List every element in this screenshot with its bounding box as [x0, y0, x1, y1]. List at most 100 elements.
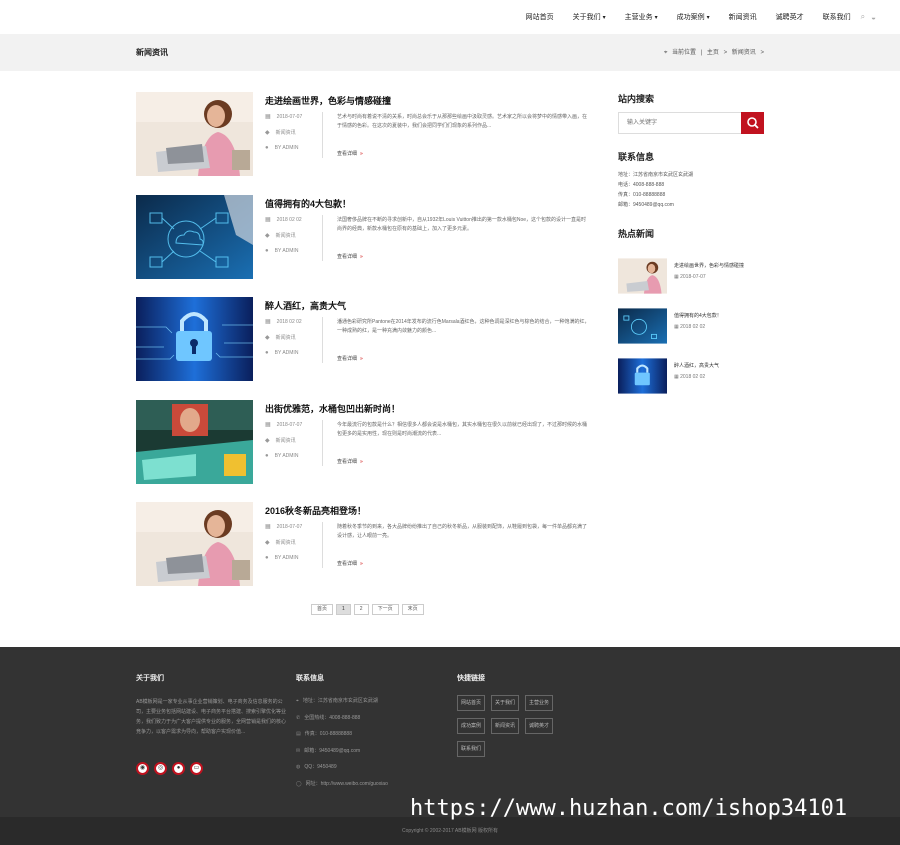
article-category[interactable]: 新闻资讯 [276, 438, 296, 444]
breadcrumb-location-label: 当前位置 [672, 50, 697, 56]
hot-news-item[interactable]: 醉人酒红，高贵大气 ▦ 2018 02 02 [618, 358, 768, 394]
page-number-button[interactable]: 2 [353, 604, 369, 615]
footer-contact-item: ⌖ 地址：江苏省南京市玄武区玄武湖 [296, 698, 378, 704]
footer-contact-item: ✉ 邮箱：9450489@qq.com [296, 747, 361, 754]
calendar-icon: ▦ [265, 114, 271, 120]
article-thumbnail[interactable] [136, 400, 253, 484]
user-icon: ● [265, 555, 269, 561]
contact-email: 邮箱：9450489@qq.com [618, 202, 674, 208]
page-number-button[interactable]: 1 [336, 604, 351, 615]
weibo-icon[interactable]: ◎ [154, 762, 167, 775]
article-date: 2018-07-07 [276, 524, 303, 530]
article-category[interactable]: 新闻资讯 [276, 335, 296, 341]
nav-item-cases[interactable]: 成功案例 ▾ [677, 12, 710, 22]
read-more-link[interactable]: 查看详细» [337, 560, 363, 567]
news-article: 2016秋冬新品亮相登场！ ▦ 2018-07-07 ◆ 新闻资讯 ● BY ADMI… [136, 502, 596, 586]
breadcrumb-current[interactable]: 新闻资讯 [732, 50, 756, 56]
breadcrumb-home-link[interactable]: 主页 [707, 50, 719, 56]
globe-icon: ◯ [296, 780, 302, 787]
hot-news-thumbnail[interactable] [618, 258, 667, 294]
copyright-text: Copyright © 2002-2017 AB模板网 版权所有 [402, 828, 498, 834]
breadcrumb-bar: 新闻资讯 ⌖ 当前位置 | 主页 > 新闻资讯 > [0, 34, 900, 71]
hot-news-item[interactable]: 值得拥有的4大包款！ ▦ 2018 02 02 [618, 308, 768, 344]
footer-contact-list: ⌖ 地址：江苏省南京市玄武区玄武湖 ✆ 全国热线：4008-888-888 ▤ 传真：… [296, 693, 388, 792]
cart-icon[interactable]: ◒ [871, 13, 876, 22]
chevron-right-icon: » [360, 356, 363, 362]
social-links: ◉ ◎ ● ▭ [136, 762, 208, 775]
nav-menu: 网站首页 关于我们 ▾ 主营业务 ▾ 成功案例 ▾ 新闻资讯 诚聘英才 联系我们 ⌕ … [507, 12, 876, 22]
article-thumbnail[interactable] [136, 502, 253, 586]
wechat-icon[interactable]: ◉ [136, 762, 149, 775]
hot-news-title[interactable]: 走进绘画世界，色彩与情感碰撞 [674, 262, 744, 269]
article-thumbnail[interactable] [136, 297, 253, 381]
footer-link[interactable]: 成功案例 [457, 718, 486, 734]
nav-item-contact[interactable]: 联系我们 [823, 12, 851, 22]
top-navigation: 网站首页 关于我们 ▾ 主营业务 ▾ 成功案例 ▾ 新闻资讯 诚聘英才 联系我们 ⌕ … [0, 0, 900, 34]
article-category[interactable]: 新闻资讯 [276, 130, 296, 136]
phone-icon: ✆ [296, 714, 301, 721]
article-excerpt: 潘通色彩研究所Pantone在2014年发布的流行色Marsala酒红色，这种色… [337, 319, 590, 334]
footer-link[interactable]: 新闻资讯 [491, 718, 520, 734]
footer-link[interactable]: 联系我们 [457, 741, 486, 757]
contact-fax: 传真：010-88888888 [618, 192, 666, 198]
article-thumbnail[interactable] [136, 195, 253, 279]
article-title[interactable]: 走进绘画世界，色彩与情感碰撞 [265, 94, 391, 107]
search-input[interactable] [619, 113, 743, 133]
read-more-link[interactable]: 查看详细» [337, 458, 363, 465]
divider [322, 522, 323, 568]
map-pin-icon: ⌖ [663, 50, 668, 56]
footer-link[interactable]: 主营业务 [525, 695, 554, 711]
page-last-button[interactable]: 末页 [401, 604, 424, 615]
read-more-link[interactable]: 查看详细» [337, 355, 363, 362]
hot-news-title[interactable]: 值得拥有的4大包款！ [674, 312, 722, 319]
hot-news-thumbnail[interactable] [618, 358, 667, 394]
user-icon: ● [265, 145, 269, 151]
article-title[interactable]: 2016秋冬新品亮相登场！ [265, 504, 366, 517]
user-icon: ● [265, 350, 269, 356]
footer-link[interactable]: 关于我们 [491, 695, 520, 711]
article-title[interactable]: 出街优雅范，水桶包凹出新时尚！ [265, 402, 400, 415]
footer-contact-item: ◍ QQ：9450489 [296, 764, 337, 770]
nav-item-business[interactable]: 主营业务 ▾ [625, 12, 658, 22]
article-author: BY ADMIN [274, 453, 299, 459]
sidebar-hot-title: 热点新闻 [618, 229, 655, 239]
read-more-link[interactable]: 查看详细» [337, 150, 363, 157]
divider [322, 317, 323, 363]
article-excerpt: 随着秋冬季节的到来，各大品牌纷纷推出了自己的秋冬新品，从服装到配饰，从鞋履到包袋… [337, 524, 588, 539]
nav-item-home[interactable]: 网站首页 [526, 12, 554, 22]
search-box [618, 112, 764, 134]
search-button[interactable] [741, 112, 764, 134]
chevron-right-icon: » [360, 151, 363, 157]
chevron-right-icon: » [360, 459, 363, 465]
page-first-button[interactable]: 首页 [311, 604, 334, 615]
article-category[interactable]: 新闻资讯 [276, 233, 296, 239]
calendar-icon: ▦ [265, 524, 271, 530]
article-category[interactable]: 新闻资讯 [276, 540, 296, 546]
article-date: 2018 02 02 [276, 217, 302, 223]
chevron-right-icon: » [360, 254, 363, 260]
sidebar-contact-info: 地址：江苏省南京市玄武区玄武湖 电话：4008-888-888 传真：010-8… [618, 170, 693, 210]
article-title[interactable]: 值得拥有的4大包款！ [265, 197, 351, 210]
article-thumbnail[interactable] [136, 92, 253, 176]
read-more-link[interactable]: 查看详细» [337, 253, 363, 260]
hot-news-thumbnail[interactable] [618, 308, 667, 344]
nav-item-jobs[interactable]: 诚聘英才 [776, 12, 804, 22]
email-icon[interactable]: ▭ [190, 762, 203, 775]
article-title[interactable]: 醉人酒红，高贵大气 [265, 299, 346, 312]
page-next-button[interactable]: 下一页 [371, 604, 399, 615]
article-excerpt: 今年最流行的包款是什么？相信很多人都会说是水桶包，其实水桶包在很久以前就已经出现… [337, 422, 588, 437]
footer-link[interactable]: 网站首页 [457, 695, 486, 711]
hot-news-item[interactable]: 走进绘画世界，色彩与情感碰撞 ▦ 2018-07-07 [618, 258, 768, 294]
search-icon[interactable]: ⌕ [861, 12, 865, 22]
hot-news-title[interactable]: 醉人酒红，高贵大气 [674, 362, 719, 369]
footer-link[interactable]: 诚聘英才 [525, 718, 554, 734]
qq-icon[interactable]: ● [172, 762, 185, 775]
footer-links-title: 快捷链接 [457, 675, 485, 682]
nav-item-news[interactable]: 新闻资讯 [729, 12, 757, 22]
article-author: BY ADMIN [274, 555, 299, 561]
tag-icon: ◆ [265, 540, 270, 546]
watermark-text: https://www.huzhan.com/ishop34101 [410, 796, 848, 821]
footer-contact-item: ▤ 传真：010-88888888 [296, 731, 352, 737]
footer-contact-title: 联系信息 [296, 675, 324, 682]
nav-item-about[interactable]: 关于我们 ▾ [573, 12, 606, 22]
